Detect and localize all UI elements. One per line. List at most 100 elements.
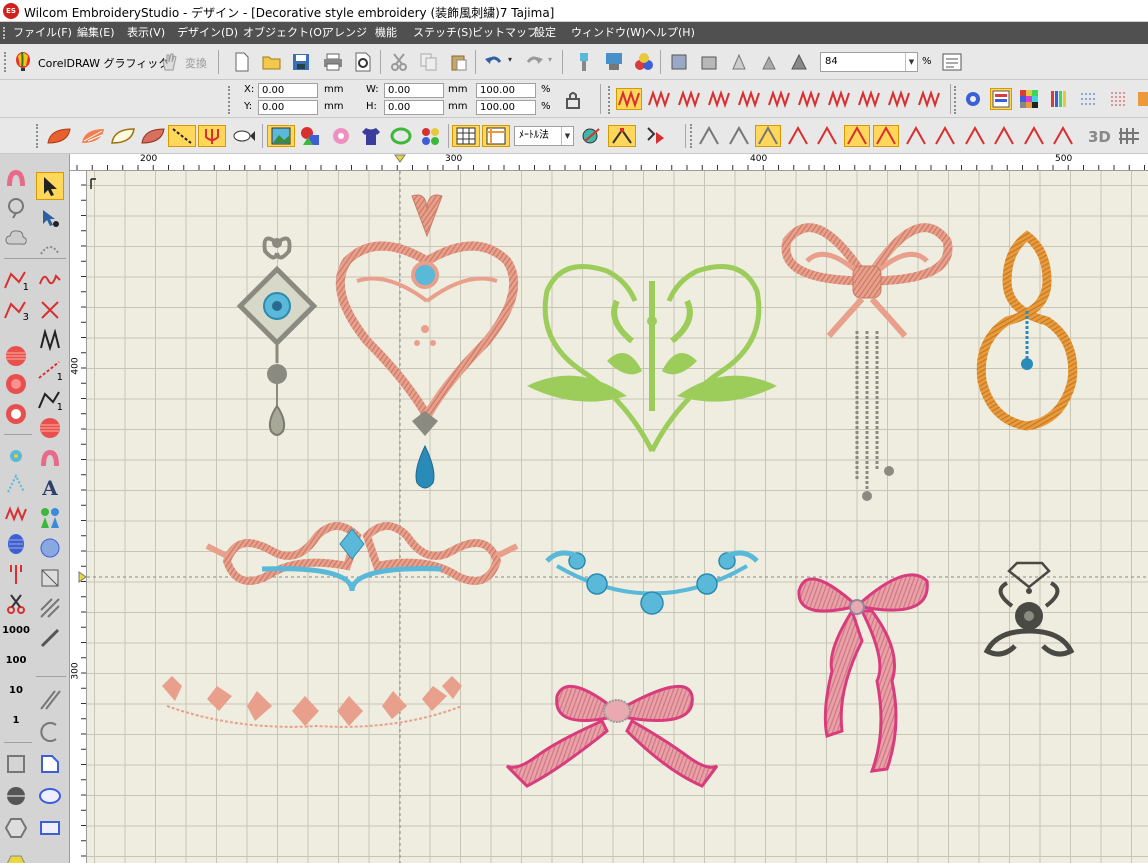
color-sort-icon[interactable] <box>1132 88 1148 110</box>
machine-icon-2[interactable] <box>698 51 720 73</box>
digitize-1-icon[interactable]: 1 <box>2 266 30 294</box>
grass-effect-icon[interactable] <box>1050 125 1076 147</box>
design-heart-crown[interactable] <box>335 194 519 489</box>
fan-icon[interactable] <box>814 125 840 147</box>
leaf-outline-icon[interactable] <box>108 125 138 147</box>
leaf-pattern-icon[interactable] <box>138 125 168 147</box>
menu-view[interactable]: 表示(V) <box>127 25 165 41</box>
embroidery-connect-icon[interactable] <box>573 51 595 73</box>
color-palette-icon[interactable] <box>1018 88 1040 110</box>
comb-stitch-icon[interactable] <box>706 88 732 110</box>
zigzag-red-icon[interactable] <box>2 500 30 528</box>
zoom-dropdown-icon[interactable]: ▼ <box>905 53 917 71</box>
menu-bitmap[interactable]: ビットマップ <box>472 25 538 41</box>
pink-flower-icon[interactable] <box>327 125 355 147</box>
menu-window[interactable]: ウィンドウ(W) <box>571 25 645 41</box>
lettering-icon[interactable]: A <box>36 474 64 502</box>
design-pink-ribbon-bow[interactable] <box>797 573 929 773</box>
menu-settings[interactable]: 設定 <box>534 25 556 41</box>
design-diamond-pendant[interactable] <box>236 236 318 436</box>
mountain-icon[interactable] <box>903 125 929 147</box>
thread-spool-icon[interactable] <box>962 88 984 110</box>
properties-icon[interactable] <box>941 51 963 73</box>
ellipse-tool-icon[interactable] <box>36 782 64 810</box>
menu-edit[interactable]: 編集(E) <box>77 25 115 41</box>
cloud-tool-icon[interactable] <box>2 224 30 252</box>
spacing-1-icon[interactable]: 1 <box>2 706 30 734</box>
color-bars-icon[interactable] <box>1048 88 1070 110</box>
thread-colors-icon[interactable] <box>633 51 655 73</box>
3d-effect-label[interactable]: 3D <box>1088 128 1111 146</box>
wave-fill-icon[interactable] <box>755 125 781 147</box>
rectangle-tool-icon[interactable] <box>36 814 64 842</box>
menu-function[interactable]: 機能 <box>375 25 397 41</box>
cut-icon[interactable] <box>388 51 410 73</box>
run-dotted-icon[interactable]: 1 <box>36 356 64 384</box>
spacing-10-icon[interactable]: 10 <box>2 676 30 704</box>
peak-2-icon[interactable] <box>873 125 899 147</box>
shapes-icon[interactable] <box>297 125 325 147</box>
design-blue-garland[interactable] <box>545 550 759 615</box>
appliqué-icon[interactable] <box>36 564 64 592</box>
scale-y-field[interactable]: 100.00 <box>476 100 536 115</box>
menu-help[interactable]: ヘルプ(H) <box>645 25 695 41</box>
image-object-icon[interactable] <box>267 125 295 147</box>
design-green-heart[interactable] <box>527 264 777 453</box>
frame-tool-icon[interactable] <box>2 750 30 778</box>
design-pink-wide-bow[interactable] <box>505 684 719 788</box>
square-wave-icon[interactable] <box>962 125 988 147</box>
undo-dropdown-icon[interactable]: ▾ <box>508 55 512 64</box>
grid-icon[interactable] <box>452 125 480 147</box>
digitize-line-icon[interactable] <box>168 125 196 147</box>
dotted-lines-icon[interactable] <box>1078 88 1100 110</box>
lock-proportions-icon[interactable] <box>562 89 584 111</box>
copy-icon[interactable] <box>418 51 440 73</box>
globe-tool-icon[interactable] <box>2 782 30 810</box>
dots-stitch-icon[interactable] <box>766 88 792 110</box>
coreldraw-balloon-icon[interactable] <box>12 51 34 73</box>
satin-fill-icon[interactable] <box>36 414 64 442</box>
y-field[interactable]: 0.00 <box>258 100 318 115</box>
hexagon-tool-icon[interactable] <box>2 814 30 842</box>
design-orange-drop[interactable] <box>976 230 1078 431</box>
zoom-combo[interactable]: 84 ▼ <box>820 52 918 72</box>
digitize-3-icon[interactable]: 3 <box>2 296 30 324</box>
stitch-player-icon[interactable] <box>640 125 668 147</box>
zigzag-tool-icon[interactable] <box>36 326 64 354</box>
node-tool-icon[interactable] <box>2 470 30 498</box>
design-leaf-border[interactable] <box>162 676 463 728</box>
hoop-icon[interactable] <box>387 125 415 147</box>
satin-circle-1-icon[interactable] <box>2 342 30 370</box>
open-folder-icon[interactable] <box>261 51 283 73</box>
wave-stitch-icon[interactable] <box>646 88 672 110</box>
unit-select[interactable]: ﾒｰﾄﾙ法 ▼ <box>514 126 574 146</box>
rulers-icon[interactable] <box>482 125 510 147</box>
diagonal-fill-icon[interactable] <box>36 594 64 622</box>
arc-stitch-icon[interactable] <box>796 88 822 110</box>
satin-circle-2-icon[interactable] <box>2 370 30 398</box>
needle-tool-icon[interactable] <box>36 624 64 652</box>
left-ruler[interactable]: 400 300 <box>70 171 87 863</box>
send-to-machine-icon[interactable] <box>603 51 625 73</box>
redo-dropdown-icon[interactable]: ▾ <box>548 55 552 64</box>
new-file-icon[interactable] <box>231 51 253 73</box>
design-swag-border[interactable] <box>205 522 519 592</box>
spacing-1000-icon[interactable]: 1000 <box>2 616 30 644</box>
menu-file[interactable]: ファイル(F) <box>13 25 72 41</box>
flower-tool-icon[interactable] <box>2 442 30 470</box>
fish-icon[interactable] <box>230 125 258 147</box>
design-canvas[interactable] <box>87 171 1148 863</box>
stripe-effect-icon[interactable] <box>991 125 1017 147</box>
spool-tool-icon[interactable] <box>2 530 30 558</box>
starburst-icon[interactable] <box>785 125 811 147</box>
reshape-icon[interactable] <box>608 125 636 147</box>
unit-dropdown-icon[interactable]: ▼ <box>561 127 573 145</box>
color-film-icon[interactable] <box>990 88 1012 110</box>
cross-stitch-icon[interactable] <box>736 88 762 110</box>
redo-icon[interactable] <box>523 51 545 73</box>
arch-tool-icon[interactable] <box>36 444 64 472</box>
hatch-effect-icon[interactable] <box>1021 125 1047 147</box>
people-icon[interactable] <box>36 504 64 532</box>
pen-shape-icon[interactable] <box>36 750 64 778</box>
leaf-stripe-icon[interactable] <box>78 125 108 147</box>
